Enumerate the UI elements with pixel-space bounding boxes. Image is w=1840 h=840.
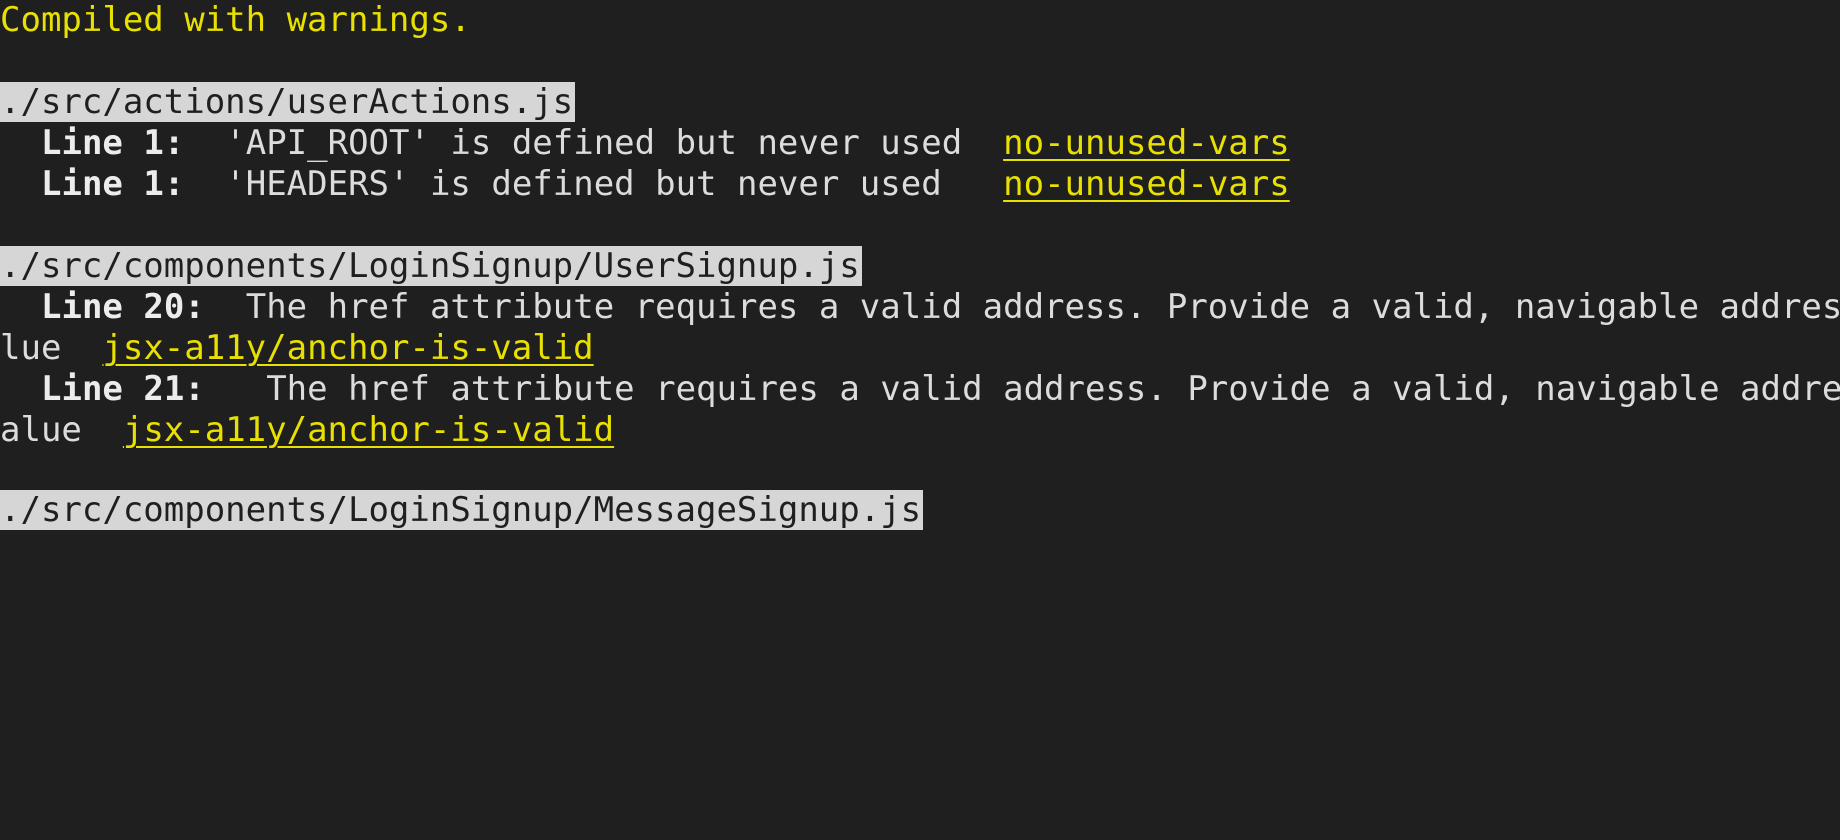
rule-link[interactable]: no-unused-vars: [1003, 164, 1290, 204]
line-number: Line 21:: [41, 369, 205, 409]
warning-row: Line 20: The href attribute requires a v…: [0, 287, 1840, 328]
message-continuation: lue: [0, 328, 62, 368]
file-header: ./src/components/LoginSignup/MessageSign…: [0, 490, 924, 531]
line-number: Line 20:: [41, 287, 205, 327]
file-path: ./src/components/LoginSignup/MessageSign…: [0, 490, 924, 530]
warning-message: The href attribute requires a valid addr…: [245, 287, 1840, 327]
compile-status: Compiled with warnings.: [0, 0, 471, 40]
line-number: Line 1:: [41, 123, 185, 163]
file-header: ./src/actions/userActions.js: [0, 82, 576, 123]
warning-continuation: alue jsx-a11y/anchor-is-valid: [0, 410, 614, 451]
warning-continuation: lue jsx-a11y/anchor-is-valid: [0, 328, 594, 369]
terminal-output: Compiled with warnings. ./src/actions/us…: [0, 0, 1840, 530]
warning-message: The href attribute requires a valid addr…: [266, 369, 1840, 409]
file-path: ./src/actions/userActions.js: [0, 82, 576, 122]
line-number: Line 1:: [41, 164, 185, 204]
file-path: ./src/components/LoginSignup/UserSignup.…: [0, 246, 862, 286]
warning-message: 'API_ROOT' is defined but never used: [225, 123, 963, 163]
file-header: ./src/components/LoginSignup/UserSignup.…: [0, 246, 862, 287]
rule-link[interactable]: jsx-a11y/anchor-is-valid: [123, 410, 614, 450]
rule-link[interactable]: no-unused-vars: [1003, 123, 1290, 163]
warning-message: 'HEADERS' is defined but never used: [225, 164, 942, 204]
message-continuation: alue: [0, 410, 82, 450]
warning-row: Line 21: The href attribute requires a v…: [0, 369, 1840, 410]
warning-row: Line 1: 'API_ROOT' is defined but never …: [0, 123, 1290, 164]
rule-link[interactable]: jsx-a11y/anchor-is-valid: [102, 328, 593, 368]
warning-row: Line 1: 'HEADERS' is defined but never u…: [0, 164, 1290, 205]
